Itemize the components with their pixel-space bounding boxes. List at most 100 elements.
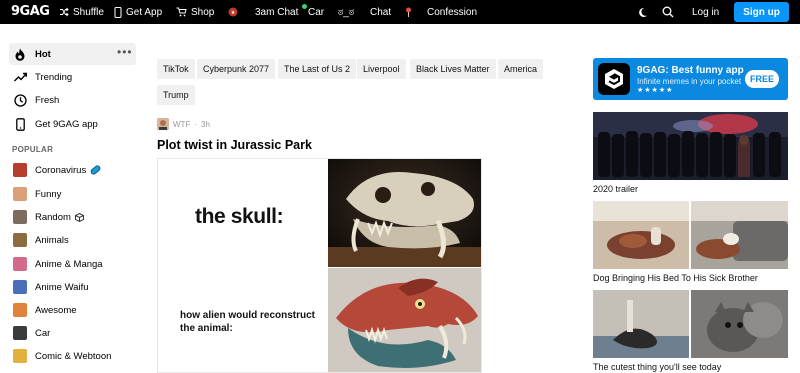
nav-shop-label: Shop xyxy=(191,6,215,18)
login-link[interactable]: Log in xyxy=(692,0,719,24)
alien-drawing xyxy=(328,268,481,372)
sidebar-item-label: Comic & Webtoon xyxy=(35,350,112,362)
sidebar-item-anime-manga[interactable]: Anime & Manga xyxy=(9,253,103,275)
sidebar-item-fresh[interactable]: Fresh xyxy=(9,89,59,111)
flame-icon xyxy=(13,47,27,61)
tag-chip[interactable]: America xyxy=(498,59,544,79)
post-meta: WTF · 3h xyxy=(157,118,210,130)
shuffle-icon xyxy=(60,7,69,17)
promo-title: 9GAG: Best funny app xyxy=(637,65,744,76)
phone-icon xyxy=(114,6,122,18)
nav-car-label: Car xyxy=(308,6,325,18)
section-thumbnail xyxy=(13,303,27,317)
trending-caption[interactable]: The cutest thing you'll see today xyxy=(593,362,721,372)
logo[interactable]: 9GAG xyxy=(11,4,50,19)
signup-button[interactable]: Sign up xyxy=(734,2,789,22)
dice-icon xyxy=(74,212,84,222)
nav-3am-chat-label: 3am Chat xyxy=(255,6,299,18)
top-navigation-bar: 9GAG Shuffle Get App Shop ★ 3am Chat Car… xyxy=(0,0,800,24)
trending-caption[interactable]: 2020 trailer xyxy=(593,184,638,194)
sidebar-item-comic-webtoon[interactable]: Comic & Webtoon xyxy=(9,345,111,367)
tag-chip[interactable]: The Last of Us 2 xyxy=(278,59,357,79)
sidebar-item-trending[interactable]: Trending xyxy=(9,66,72,88)
nav-confession[interactable]: Confession xyxy=(427,0,477,24)
app-logo-icon xyxy=(598,63,630,95)
sidebar-item-anime-waifu[interactable]: Anime Waifu xyxy=(9,276,89,298)
sidebar-item-label: Get 9GAG app xyxy=(35,118,98,130)
sidebar-item-label: Car xyxy=(35,327,51,339)
nav-kannada-label: ಠ_ಠ xyxy=(338,6,355,18)
cart-icon xyxy=(176,7,187,17)
nav-shop[interactable]: Shop xyxy=(176,0,214,24)
trending-thumbnail-dogs[interactable] xyxy=(593,201,788,269)
sidebar-item-get-app[interactable]: Get 9GAG app xyxy=(9,113,98,135)
sidebar-item-awesome[interactable]: Awesome xyxy=(9,299,77,321)
sidebar-item-label: Trending xyxy=(35,71,73,83)
nav-shuffle[interactable]: Shuffle xyxy=(59,0,104,24)
nav-chat[interactable]: Chat xyxy=(370,0,391,24)
meme-caption-skull: the skull: xyxy=(195,205,284,228)
pin-icon xyxy=(406,7,411,17)
sidebar-item-label: Awesome xyxy=(35,304,77,316)
tag-chip[interactable]: Cyberpunk 2077 xyxy=(197,59,276,79)
dark-mode-icon[interactable] xyxy=(635,5,649,19)
section-thumbnail xyxy=(13,349,27,363)
online-dot xyxy=(302,4,307,9)
tag-chip[interactable]: Liverpool xyxy=(357,59,406,79)
sidebar-item-label: Random xyxy=(35,211,71,223)
nav-chat-label: Chat xyxy=(370,6,392,18)
sidebar-item-car[interactable]: Car xyxy=(9,322,50,344)
trending-thumbnail-riot[interactable] xyxy=(593,112,788,180)
rating-stars: ★★★★★ xyxy=(637,87,674,94)
popular-heading: POPULAR xyxy=(12,145,54,154)
sidebar-item-animals[interactable]: Animals xyxy=(9,229,69,251)
trending-caption[interactable]: Dog Bringing His Bed To His Sick Brother xyxy=(593,273,758,283)
section-thumbnail xyxy=(13,233,27,247)
post-image[interactable]: the skull: how alien would reconstruct t… xyxy=(157,158,482,373)
trending-thumbnail-cats[interactable] xyxy=(593,290,788,358)
badge-icon: ★ xyxy=(228,7,238,17)
nav-get-app-label: Get App xyxy=(126,6,163,18)
sidebar-item-funny[interactable]: Funny xyxy=(9,183,61,205)
nav-car[interactable]: Car xyxy=(308,0,324,24)
tag-chip[interactable]: TikTok xyxy=(157,59,195,79)
app-promo-banner[interactable]: 9GAG: Best funny app Infinite memes in y… xyxy=(593,58,788,100)
section-thumbnail xyxy=(13,257,27,271)
pill-icon xyxy=(89,164,102,176)
nav-badge[interactable]: ★ xyxy=(228,0,238,24)
section-avatar[interactable] xyxy=(157,118,169,130)
sidebar-item-label: Anime Waifu xyxy=(35,281,89,293)
post-section[interactable]: WTF xyxy=(173,120,190,129)
sidebar-item-label: Coronavirus xyxy=(35,164,87,176)
section-thumbnail xyxy=(13,210,27,224)
more-options-icon[interactable]: ••• xyxy=(117,45,133,59)
search-icon[interactable] xyxy=(661,5,675,19)
trending-icon xyxy=(13,70,27,84)
sidebar-item-random[interactable]: Random xyxy=(9,206,84,228)
section-thumbnail xyxy=(13,280,27,294)
post-time: 3h xyxy=(201,119,210,129)
nav-3am-chat[interactable]: 3am Chat xyxy=(255,0,307,24)
sidebar-item-label: Anime & Manga xyxy=(35,258,103,270)
section-thumbnail xyxy=(13,326,27,340)
tag-chip[interactable]: Black Lives Matter xyxy=(410,59,496,79)
nav-get-app[interactable]: Get App xyxy=(114,0,162,24)
sidebar-item-label: Hot xyxy=(35,48,51,60)
section-thumbnail xyxy=(13,163,27,177)
phone-icon xyxy=(13,117,27,131)
section-thumbnail xyxy=(13,187,27,201)
post-title[interactable]: Plot twist in Jurassic Park xyxy=(157,138,312,152)
skull-photo xyxy=(328,159,481,267)
clock-icon xyxy=(13,93,27,107)
nav-kannada[interactable]: ಠ_ಠ xyxy=(338,0,354,24)
nav-confession-label: Confession xyxy=(427,6,478,18)
sidebar-item-label: Animals xyxy=(35,234,69,246)
sidebar-item-label: Fresh xyxy=(35,94,60,106)
promo-subtitle: Infinite memes in your pocket xyxy=(637,77,742,86)
free-button[interactable]: FREE xyxy=(745,70,779,88)
nav-pin[interactable] xyxy=(405,0,412,24)
tag-chip[interactable]: Trump xyxy=(157,85,195,105)
sidebar-item-label: Funny xyxy=(35,188,62,200)
sidebar-item-coronavirus[interactable]: Coronavirus xyxy=(9,159,102,181)
svg-text:★: ★ xyxy=(231,10,236,16)
